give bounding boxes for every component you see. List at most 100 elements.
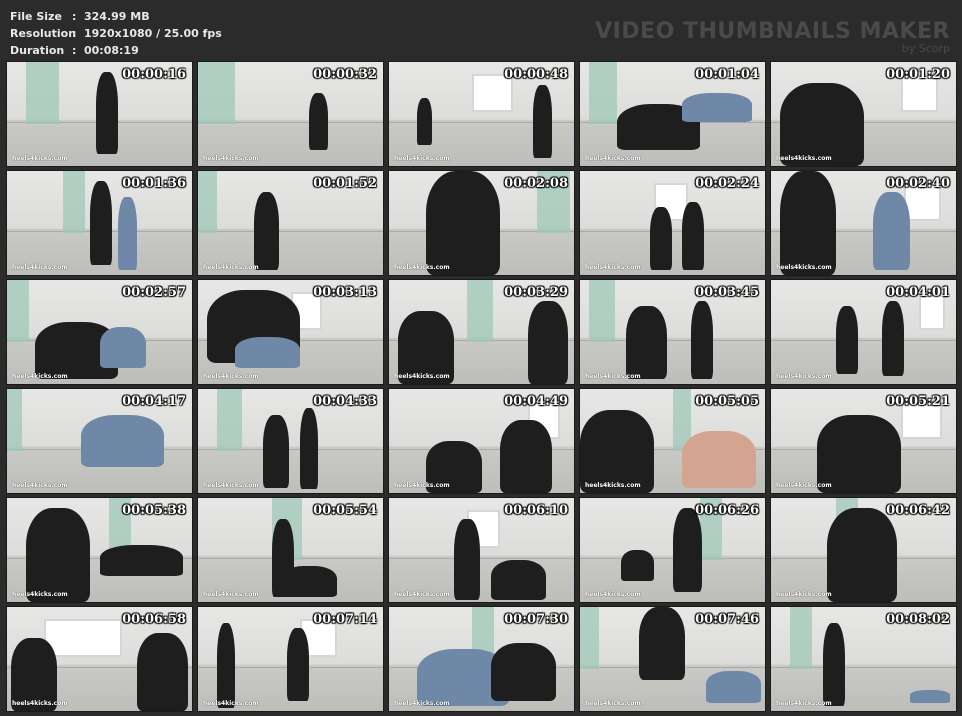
wall-panel [466,280,493,343]
floor-line [389,558,574,560]
timestamp-label: 00:04:01 [886,285,950,300]
watermark-text: heels4kicks.com [203,373,259,380]
timestamp-label: 00:00:48 [504,67,568,82]
timestamp-label: 00:00:16 [122,67,186,82]
watermark-text: heels4kicks.com [394,482,450,489]
person-figure [426,171,500,275]
video-thumbnail: 00:03:13 heels4kicks.com [197,279,384,385]
person-figure [672,508,703,592]
timestamp-label: 00:03:13 [313,285,377,300]
watermark-text: heels4kicks.com [12,482,68,489]
person-figure [25,508,91,602]
person-figure [681,430,756,488]
video-thumbnail: 00:04:01 heels4kicks.com [770,279,957,385]
timestamp-label: 00:05:54 [313,503,377,518]
person-figure [527,300,569,384]
person-figure [416,98,432,146]
file-size-separator: : [72,10,77,23]
timestamp-label: 00:02:57 [122,285,186,300]
timestamp-label: 00:03:29 [504,285,568,300]
resolution-row: Resolution : 1920x1080 / 25.00 fps [10,25,222,42]
timestamp-label: 00:02:08 [504,176,568,191]
person-figure [118,197,137,270]
watermark-text: heels4kicks.com [585,373,641,380]
video-thumbnail: 00:03:45 heels4kicks.com [579,279,766,385]
watermark-text: heels4kicks.com [394,591,450,598]
video-thumbnail: 00:06:58 heels4kicks.com [6,606,193,712]
thumbnail-grid: 00:00:16 heels4kicks.com 00:00:32 heels4kic… [6,61,960,715]
wall-panel [198,62,235,125]
video-thumbnail: 00:03:29 heels4kicks.com [388,279,575,385]
video-thumbnail: 00:07:46 heels4kicks.com [579,606,766,712]
watermark-text: heels4kicks.com [12,155,68,162]
timestamp-label: 00:01:04 [695,67,759,82]
video-thumbnail: 00:06:26 heels4kicks.com [579,497,766,603]
person-figure [681,202,704,270]
floor-line [771,340,956,342]
watermark-text: heels4kicks.com [776,482,832,489]
person-figure [235,337,300,369]
wall-panel [589,280,616,343]
video-thumbnail: 00:05:05 heels4kicks.com [579,388,766,494]
person-figure [882,300,905,376]
person-figure [299,407,319,489]
watermark-text: heels4kicks.com [12,700,68,707]
video-thumbnail: 00:02:08 heels4kicks.com [388,170,575,276]
duration-separator: : [72,44,77,57]
timestamp-label: 00:00:32 [313,67,377,82]
watermark-text: heels4kicks.com [776,591,832,598]
person-figure [253,191,280,270]
timestamp-label: 00:04:49 [504,394,568,409]
watermark-text: heels4kicks.com [203,700,259,707]
watermark-text: heels4kicks.com [776,700,832,707]
video-thumbnail: 00:06:10 heels4kicks.com [388,497,575,603]
video-thumbnail: 00:01:36 heels4kicks.com [6,170,193,276]
person-figure [262,415,289,488]
person-figure [81,415,165,467]
wall-panel [62,171,85,234]
watermark-text: heels4kicks.com [585,264,641,271]
person-figure [95,72,118,154]
timestamp-label: 00:06:58 [122,612,186,627]
brand-title: VIDEO THUMBNAILS MAKER [595,19,950,44]
timestamp-label: 00:05:38 [122,503,186,518]
person-figure [626,306,667,379]
person-figure [216,622,235,708]
video-thumbnail: 00:06:42 heels4kicks.com [770,497,957,603]
video-thumbnail: 00:00:48 heels4kicks.com [388,61,575,167]
watermark-text: heels4kicks.com [12,373,68,380]
watermark-text: heels4kicks.com [203,155,259,162]
timestamp-label: 00:04:17 [122,394,186,409]
file-size-label: File Size [10,10,62,23]
video-thumbnail: 00:01:04 heels4kicks.com [579,61,766,167]
watermark-text: heels4kicks.com [12,264,68,271]
brand-subtitle: by Scorp [901,42,950,55]
watermark-text: heels4kicks.com [776,373,832,380]
person-figure [705,671,762,703]
watermark-text: heels4kicks.com [203,591,259,598]
person-figure [835,306,858,374]
watermark-text: heels4kicks.com [203,482,259,489]
video-thumbnail: 00:01:52 heels4kicks.com [197,170,384,276]
timestamp-label: 00:02:24 [695,176,759,191]
watermark-text: heels4kicks.com [12,591,68,598]
person-figure [780,171,836,275]
person-figure [650,207,673,270]
watermark-text: heels4kicks.com [394,700,450,707]
timestamp-label: 00:05:05 [695,394,759,409]
watermark-text: heels4kicks.com [776,264,832,271]
timestamp-label: 00:02:40 [886,176,950,191]
person-figure [639,607,686,680]
timestamp-label: 00:06:42 [886,503,950,518]
video-thumbnail: 00:02:40 heels4kicks.com [770,170,957,276]
brand-logo: VIDEO THUMBNAILS MAKER by Scorp [595,20,950,55]
person-figure [309,93,328,151]
watermark-text: heels4kicks.com [203,264,259,271]
video-thumbnail: 00:08:02 heels4kicks.com [770,606,957,712]
file-size-value: 324.99 MB [84,10,150,23]
video-thumbnail: 00:05:38 heels4kicks.com [6,497,193,603]
person-figure [826,508,897,602]
person-figure [136,633,189,711]
wall-panel [7,389,22,452]
video-thumbnail: 00:07:30 heels4kicks.com [388,606,575,712]
